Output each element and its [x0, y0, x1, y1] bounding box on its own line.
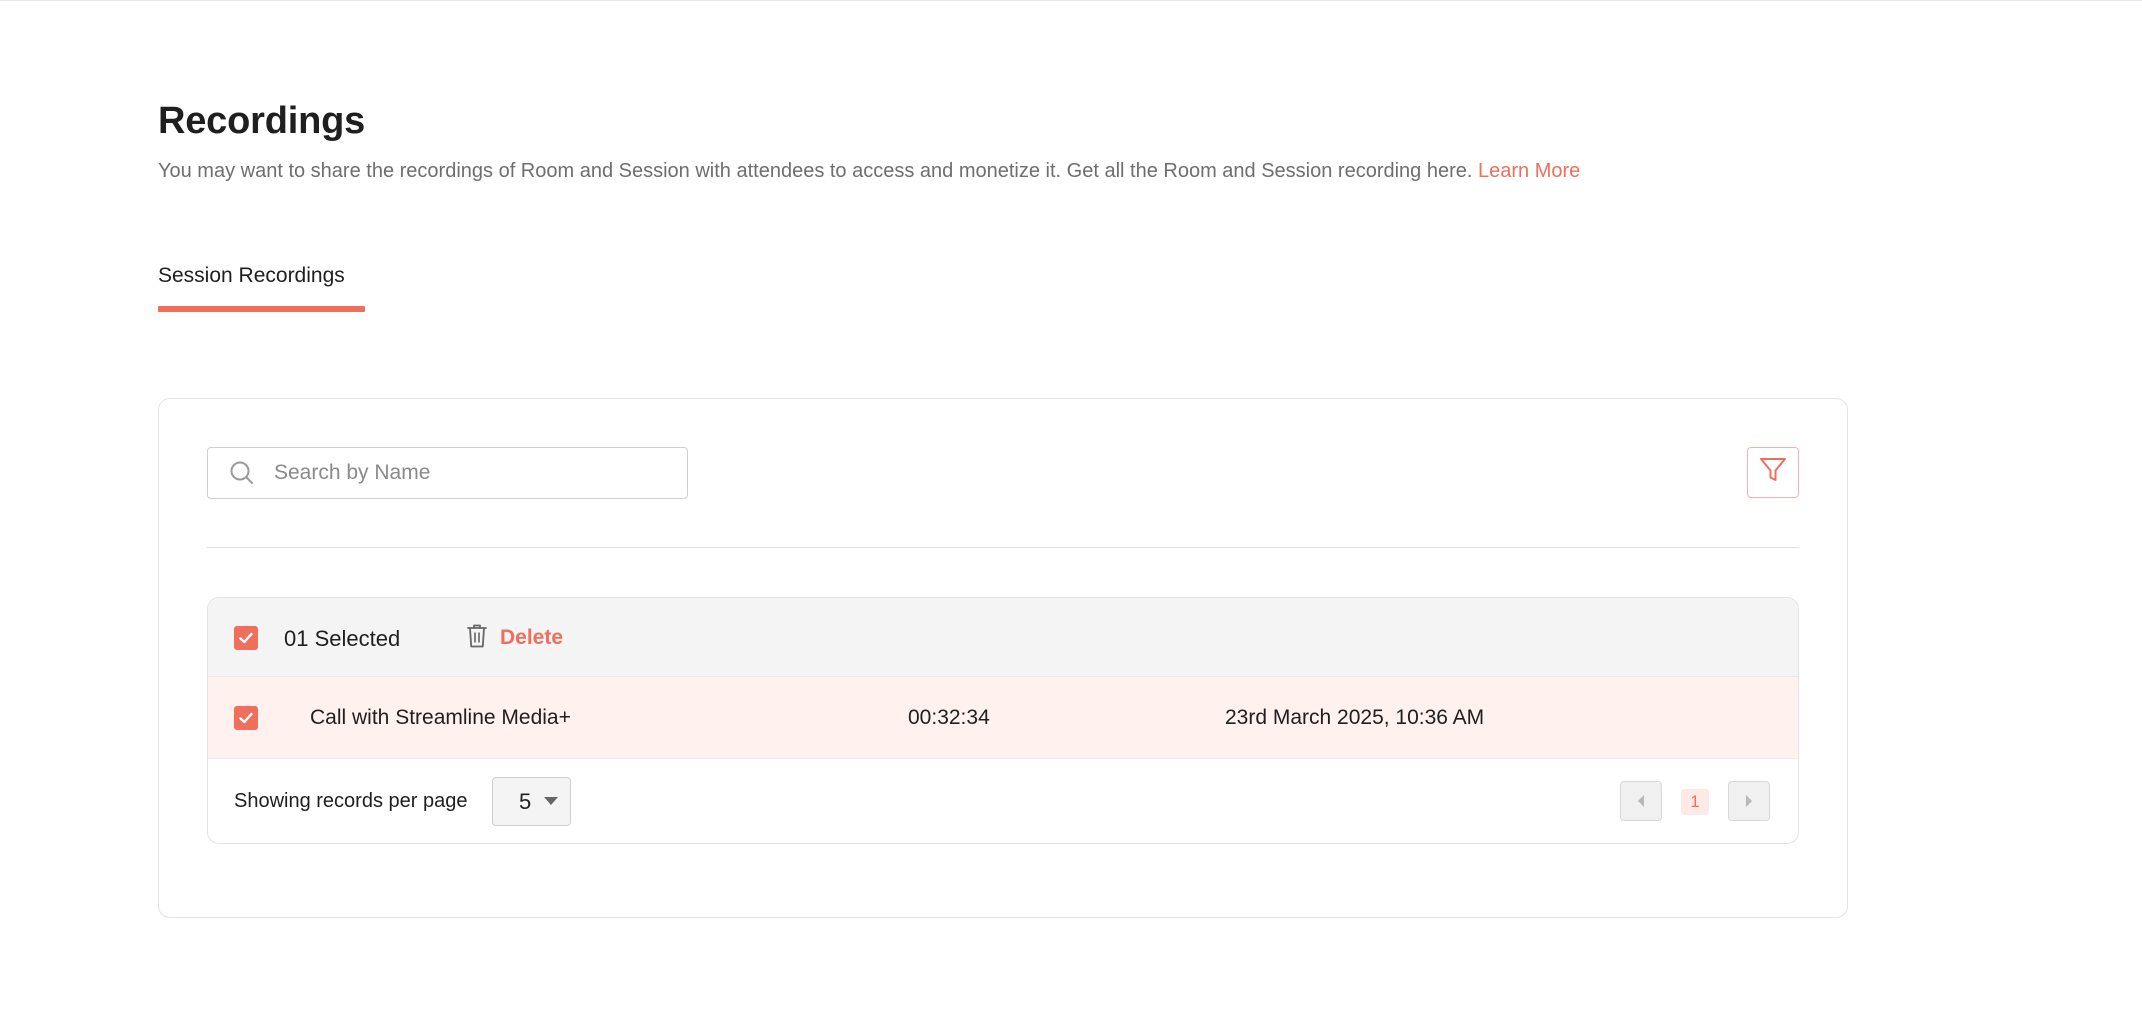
select-all-checkbox[interactable]	[234, 626, 258, 650]
search-box[interactable]	[207, 447, 688, 499]
prev-page-button[interactable]	[1620, 781, 1662, 821]
row-checkbox[interactable]	[234, 706, 258, 730]
recording-duration: 00:32:34	[908, 706, 990, 729]
learn-more-link[interactable]: Learn More	[1478, 160, 1580, 182]
recordings-table: 01 Selected Delete Call with Streamline …	[207, 597, 1799, 844]
active-tab-indicator	[158, 306, 365, 312]
card-divider	[207, 547, 1799, 548]
per-page-label: Showing records per page	[234, 790, 468, 812]
recording-date: 23rd March 2025, 10:36 AM	[1225, 706, 1485, 729]
table-row[interactable]: Call with Streamline Media+ 00:32:34 23r…	[208, 677, 1798, 759]
chevron-down-icon	[543, 793, 559, 811]
recording-name: Call with Streamline Media+	[310, 706, 571, 729]
per-page-select[interactable]: 5	[492, 777, 571, 826]
delete-button[interactable]: Delete	[466, 624, 563, 652]
selected-count: 01 Selected	[284, 626, 401, 651]
trash-icon	[466, 623, 488, 654]
table-footer: Showing records per page 5 1	[208, 759, 1798, 843]
top-divider	[0, 0, 2142, 1]
prev-page-icon	[1638, 795, 1644, 807]
check-icon	[239, 712, 253, 724]
tab-session-recordings[interactable]: Session Recordings	[158, 264, 345, 288]
recordings-card: 01 Selected Delete	[158, 398, 1848, 918]
next-page-button[interactable]	[1728, 781, 1770, 821]
check-icon	[239, 632, 253, 644]
next-page-icon	[1746, 795, 1752, 807]
page-description-text: You may want to share the recordings of …	[158, 160, 1473, 182]
page-description: You may want to share the recordings of …	[158, 160, 1580, 183]
filter-icon	[1758, 455, 1788, 490]
delete-label: Delete	[500, 626, 564, 649]
filter-button[interactable]	[1747, 447, 1799, 498]
search-icon	[228, 459, 256, 487]
page-number[interactable]: 1	[1681, 789, 1709, 815]
bulk-action-bar: 01 Selected Delete	[208, 598, 1798, 677]
page-title: Recordings	[158, 100, 366, 142]
per-page-value: 5	[519, 788, 532, 814]
search-input[interactable]	[274, 461, 654, 485]
